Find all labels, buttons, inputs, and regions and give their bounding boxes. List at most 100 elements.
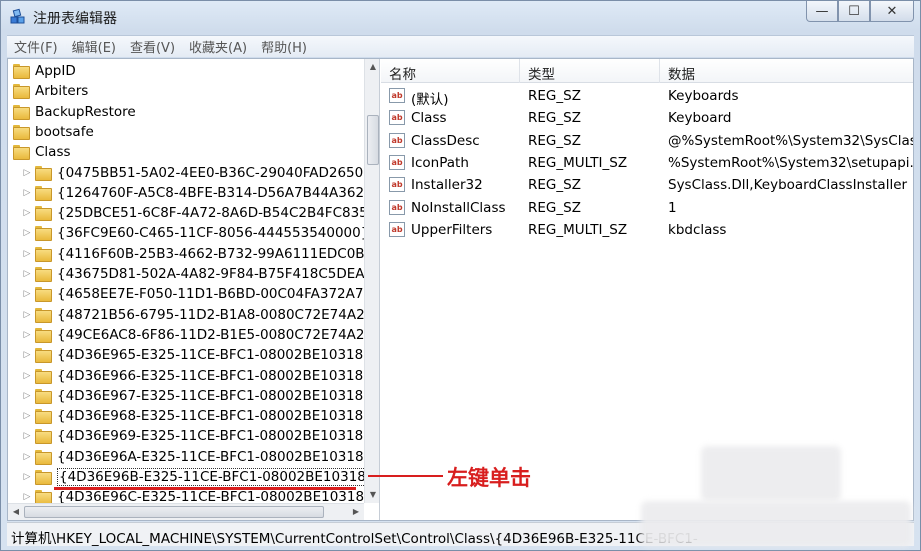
tree-item[interactable]: ▷ {4658EE7E-F050-11D1-B6BD-00C04FA372A7}: [20, 284, 364, 304]
scroll-up-icon[interactable]: ▲: [365, 59, 379, 75]
expand-arrow-icon[interactable]: ▷: [20, 350, 34, 360]
folder-icon: [12, 124, 30, 140]
tree-item-label: Arbiters: [35, 83, 89, 100]
value-row[interactable]: ab NoInstallClass REG_SZ 1: [381, 197, 913, 219]
folder-icon: [34, 307, 52, 323]
minimize-icon: —: [815, 3, 829, 19]
title-bar[interactable]: 注册表编辑器 — ☐ ✕: [1, 1, 920, 35]
expand-arrow-icon[interactable]: ▷: [20, 249, 34, 259]
tree-item[interactable]: ▷ {25DBCE51-6C8F-4A72-8A6D-B54C2B4FC835}: [20, 203, 364, 223]
value-row[interactable]: ab IconPath REG_MULTI_SZ %SystemRoot%\Syste…: [381, 152, 913, 174]
close-button[interactable]: ✕: [870, 1, 914, 22]
scroll-left-icon[interactable]: ◀: [8, 504, 24, 520]
tree-vertical-scrollbar[interactable]: ▲ ▼: [364, 59, 379, 503]
tree-item[interactable]: Arbiters: [12, 81, 88, 101]
expand-arrow-icon[interactable]: ▷: [20, 289, 34, 299]
tree-item[interactable]: ▷ {4D36E96B-E325-11CE-BFC1-08002BE10318}: [20, 467, 364, 487]
tree-item[interactable]: bootsafe: [12, 122, 94, 142]
folder-icon: [34, 246, 52, 262]
menu-help[interactable]: 帮助(H): [254, 37, 314, 56]
scroll-right-icon[interactable]: ▶: [348, 504, 364, 520]
tree-item[interactable]: ▷ {43675D81-502A-4A82-9F84-B75F418C5DEA}: [20, 264, 364, 284]
value-row[interactable]: ab (默认) REG_SZ Keyboards: [381, 85, 913, 108]
folder-icon: [34, 429, 52, 445]
expand-arrow-icon[interactable]: ▷: [20, 208, 34, 218]
column-header-data[interactable]: 数据: [668, 63, 695, 83]
tree-item-label: {1264760F-A5C8-4BFE-B314-D56A7B44A362}: [57, 184, 364, 201]
expand-arrow-icon[interactable]: ▷: [20, 188, 34, 198]
expand-arrow-icon[interactable]: ▷: [20, 228, 34, 238]
expand-arrow-icon[interactable]: ▷: [20, 472, 34, 482]
value-row[interactable]: ab ClassDesc REG_SZ @%SystemRoot%\System32\…: [381, 130, 913, 152]
value-name: UpperFilters: [411, 221, 493, 238]
tree-item[interactable]: ▷ {4D36E968-E325-11CE-BFC1-08002BE10318}: [20, 406, 364, 426]
expand-arrow-icon[interactable]: ▷: [20, 269, 34, 279]
tree-horizontal-scrollbar[interactable]: ◀ ▶: [8, 503, 364, 520]
window-controls: — ☐ ✕: [806, 1, 914, 23]
tree-item[interactable]: ▷ {4D36E96A-E325-11CE-BFC1-08002BE10318}: [20, 447, 364, 467]
tree-item-label: {4D36E965-E325-11CE-BFC1-08002BE10318}: [57, 347, 364, 364]
string-value-icon: ab: [389, 199, 405, 215]
menu-file[interactable]: 文件(F): [7, 37, 65, 56]
value-name: ClassDesc: [411, 132, 480, 149]
tree-item[interactable]: ▷ {36FC9E60-C465-11CF-8056-444553540000}: [20, 223, 364, 243]
tree-item[interactable]: ▷ {4116F60B-25B3-4662-B732-99A6111EDC0B}: [20, 244, 364, 264]
folder-icon: [12, 64, 30, 79]
tree-item-label: {36FC9E60-C465-11CF-8056-444553540000}: [57, 225, 364, 242]
value-name: Class: [411, 110, 447, 127]
expand-arrow-icon[interactable]: ▷: [20, 168, 34, 178]
expand-arrow-icon[interactable]: ▷: [20, 371, 34, 381]
tree-item[interactable]: ▷ {4D36E969-E325-11CE-BFC1-08002BE10318}: [20, 426, 364, 446]
expand-arrow-icon[interactable]: ▷: [20, 431, 34, 441]
tree-item[interactable]: AppID: [12, 61, 76, 81]
string-value-icon: ab: [389, 110, 405, 126]
value-row[interactable]: ab Installer32 REG_SZ SysClass.Dll,Keyboard…: [381, 174, 913, 196]
value-data: Keyboard: [668, 110, 732, 127]
annotation-text: 左键单击: [447, 466, 531, 490]
scroll-down-icon[interactable]: ▼: [365, 487, 379, 503]
tree-item[interactable]: ▷ {49CE6AC8-6F86-11D2-B1E5-0080C72E74A2}: [20, 325, 364, 345]
folder-icon: [34, 165, 52, 181]
tree-item[interactable]: ▷ {48721B56-6795-11D2-B1A8-0080C72E74A2}: [20, 305, 364, 325]
expand-arrow-icon[interactable]: ▷: [20, 492, 34, 502]
folder-icon: [34, 185, 52, 201]
folder-icon: [12, 145, 30, 161]
menu-view[interactable]: 查看(V): [123, 37, 182, 56]
menu-edit[interactable]: 编辑(E): [65, 37, 123, 56]
tree-item[interactable]: ▷ {4D36E967-E325-11CE-BFC1-08002BE10318}: [20, 386, 364, 406]
column-header-type[interactable]: 类型: [528, 63, 555, 83]
tree-item[interactable]: ▷ {0475BB51-5A02-4EE0-B36C-29040FAD2650}: [20, 163, 364, 183]
tree-item-label: {4D36E968-E325-11CE-BFC1-08002BE10318}: [57, 408, 364, 425]
menu-favorites[interactable]: 收藏夹(A): [182, 37, 254, 56]
tree-item[interactable]: ▷ {1264760F-A5C8-4BFE-B314-D56A7B44A362}: [20, 183, 364, 203]
column-divider[interactable]: [519, 59, 520, 83]
expand-arrow-icon[interactable]: ▷: [20, 310, 34, 320]
tree-item[interactable]: ▷ {4D36E965-E325-11CE-BFC1-08002BE10318}: [20, 345, 364, 365]
tree-item[interactable]: ▷ {4D36E966-E325-11CE-BFC1-08002BE10318}: [20, 366, 364, 386]
tree-item[interactable]: Class: [12, 142, 71, 162]
expand-arrow-icon[interactable]: ▷: [20, 411, 34, 421]
value-type: REG_SZ: [528, 132, 581, 149]
tree-item-label: AppID: [35, 63, 76, 79]
minimize-button[interactable]: —: [806, 1, 838, 22]
tree-item-label: BackupRestore: [35, 103, 136, 120]
tree-item-label: {48721B56-6795-11D2-B1A8-0080C72E74A2}: [57, 306, 364, 323]
expand-arrow-icon[interactable]: ▷: [20, 391, 34, 401]
value-data: Keyboards: [668, 88, 739, 104]
blur-overlay: [641, 501, 911, 546]
tree-item-label: {4D36E967-E325-11CE-BFC1-08002BE10318}: [57, 387, 364, 404]
maximize-button[interactable]: ☐: [838, 1, 870, 22]
expand-arrow-icon[interactable]: ▷: [20, 452, 34, 462]
string-value-icon: ab: [389, 154, 405, 170]
column-divider[interactable]: [659, 59, 660, 83]
expand-arrow-icon[interactable]: ▷: [20, 330, 34, 340]
string-value-icon: ab: [389, 177, 405, 193]
annotation-underline: [54, 487, 356, 490]
hscroll-thumb[interactable]: [24, 506, 324, 518]
tree-item-label: {49CE6AC8-6F86-11D2-B1E5-0080C72E74A2}: [57, 326, 364, 343]
value-row[interactable]: ab UpperFilters REG_MULTI_SZ kbdclass: [381, 219, 913, 241]
value-row[interactable]: ab Class REG_SZ Keyboard: [381, 107, 913, 129]
scroll-thumb[interactable]: [367, 115, 379, 165]
column-header-name[interactable]: 名称: [389, 63, 416, 83]
tree-item[interactable]: BackupRestore: [12, 102, 136, 122]
